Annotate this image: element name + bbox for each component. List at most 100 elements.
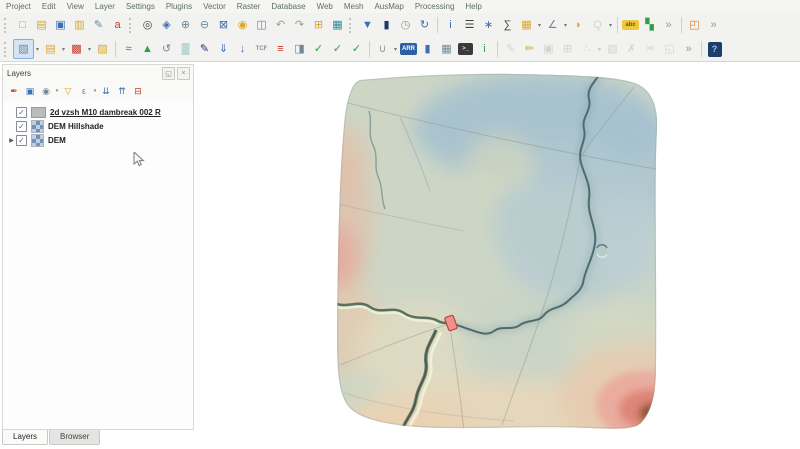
layer-checkbox[interactable]: ✓ <box>16 121 27 132</box>
pan-to-selection-icon[interactable]: ◈ <box>157 16 176 34</box>
check-model-icon[interactable]: ✓ <box>309 40 328 58</box>
measure-caret-icon[interactable]: ▾ <box>562 16 569 34</box>
import-tray-icon[interactable]: ⇓ <box>214 40 233 58</box>
layer-label-dambreak[interactable]: 2d vzsh M10 dambreak 002 R <box>50 108 161 117</box>
filter-expression-icon[interactable]: ε <box>76 84 92 99</box>
new-project-icon[interactable]: □ <box>13 16 32 34</box>
style-manager-icon[interactable]: a <box>108 16 127 34</box>
menu-ausmap[interactable]: AusMap <box>374 2 403 11</box>
expand-all-icon[interactable]: ⇊ <box>98 84 114 99</box>
attachments-caret-icon[interactable]: ▾ <box>392 40 399 58</box>
deselect-caret-icon[interactable]: ▾ <box>86 40 93 58</box>
select-by-form-icon[interactable]: ▤ <box>41 40 60 58</box>
digitize-shape-icon[interactable]: ✎ <box>195 40 214 58</box>
add-group-icon[interactable]: ▣ <box>22 84 38 99</box>
menu-raster[interactable]: Raster <box>237 2 261 11</box>
menu-vector[interactable]: Vector <box>203 2 226 11</box>
collapse-all-icon[interactable]: ⇈ <box>114 84 130 99</box>
import-file-icon[interactable]: ↓ <box>233 40 252 58</box>
python-console-icon[interactable]: ≈ <box>119 40 138 58</box>
panel-float-icon[interactable]: ◱ <box>162 67 175 80</box>
select-rectangle-icon[interactable]: ▧ <box>13 39 34 59</box>
processing-toolbox-icon[interactable]: ∗ <box>479 16 498 34</box>
layer-row-dem-hillshade[interactable]: ✓ DEM Hillshade <box>3 119 193 133</box>
layer-row-dem[interactable]: ▶ ✓ DEM <box>3 133 193 147</box>
menu-mesh[interactable]: Mesh <box>344 2 364 11</box>
identify-features-icon[interactable]: i <box>441 16 460 34</box>
zoom-last-icon[interactable]: ↶ <box>271 16 290 34</box>
menu-settings[interactable]: Settings <box>126 2 155 11</box>
bookmarks-show-icon[interactable]: ▮ <box>377 16 396 34</box>
menu-help[interactable]: Help <box>465 2 481 11</box>
zoom-out-icon[interactable]: ⊖ <box>195 16 214 34</box>
new-from-template-icon[interactable]: ▥ <box>70 16 89 34</box>
search-icon[interactable]: Q <box>588 16 607 34</box>
select-by-value-icon[interactable]: ▨ <box>93 40 112 58</box>
attribute-table-icon[interactable]: ▦ <box>517 16 536 34</box>
help-icon[interactable]: ? <box>705 40 724 58</box>
toolbar-grip[interactable] <box>349 18 355 33</box>
open-project-icon[interactable]: ▤ <box>32 16 51 34</box>
expander-icon[interactable]: ▶ <box>7 137 16 144</box>
toolbar-overflow-icon[interactable]: » <box>679 40 698 58</box>
mesh-layer-icon[interactable]: ▒ <box>176 40 195 58</box>
arr-icon[interactable]: ARR <box>399 40 418 58</box>
menu-project[interactable]: Project <box>6 2 31 11</box>
ausmap-icon[interactable]: ▚ <box>640 16 659 34</box>
add-layers-icon[interactable]: ◰ <box>685 16 704 34</box>
new-map-view-icon[interactable]: ⊞ <box>309 16 328 34</box>
tcf-icon[interactable]: TCF <box>252 40 271 58</box>
select-by-form-caret-icon[interactable]: ▾ <box>60 40 67 58</box>
toggle-editing-icon[interactable]: ✏ <box>520 40 539 58</box>
menu-layer[interactable]: Layer <box>95 2 115 11</box>
toolbar-overflow-icon[interactable]: » <box>659 16 678 34</box>
menu-plugins[interactable]: Plugins <box>166 2 192 11</box>
layer-checkbox[interactable]: ✓ <box>16 135 27 146</box>
measure-icon[interactable]: ∠ <box>543 16 562 34</box>
zoom-full-icon[interactable]: ⊠ <box>214 16 233 34</box>
labels-icon[interactable]: abc <box>621 16 640 34</box>
map-tips-icon[interactable]: ◗ <box>569 16 588 34</box>
statistical-summary-icon[interactable]: ☰ <box>460 16 479 34</box>
toolbar-grip[interactable] <box>4 42 10 57</box>
attribute-table-caret-icon[interactable]: ▾ <box>536 16 543 34</box>
check-schedule-icon[interactable]: ✓ <box>328 40 347 58</box>
panel-close-icon[interactable]: × <box>177 67 190 80</box>
export-map-icon[interactable]: ◨ <box>290 40 309 58</box>
console-icon[interactable]: >_ <box>456 40 475 58</box>
layer-label-dem[interactable]: DEM <box>48 136 66 145</box>
grass-tools-icon[interactable]: ↺ <box>157 40 176 58</box>
tab-layers[interactable]: Layers <box>2 430 48 445</box>
layer-checkbox[interactable]: ✓ <box>16 107 27 118</box>
zoom-in-icon[interactable]: ⊕ <box>176 16 195 34</box>
menu-web[interactable]: Web <box>317 2 333 11</box>
zoom-next-icon[interactable]: ↷ <box>290 16 309 34</box>
layer-row-dambreak[interactable]: ✓ 2d vzsh M10 dambreak 002 R <box>3 105 193 119</box>
check-single-icon[interactable]: ✓ <box>347 40 366 58</box>
layer-label-dem-hillshade[interactable]: DEM Hillshade <box>48 122 104 131</box>
project-properties-icon[interactable]: ✎ <box>89 16 108 34</box>
zoom-to-selection-icon[interactable]: ◉ <box>233 16 252 34</box>
toolbar-grip[interactable] <box>129 18 135 33</box>
info-pointer-icon[interactable]: i <box>475 40 494 58</box>
menu-database[interactable]: Database <box>271 2 305 11</box>
toolbar-grip[interactable] <box>4 18 10 33</box>
temporal-controller-icon[interactable]: ◷ <box>396 16 415 34</box>
bookmark-add-icon[interactable]: ▼ <box>358 16 377 34</box>
arr-book-icon[interactable]: ▮ <box>418 40 437 58</box>
new-3d-view-icon[interactable]: ▦ <box>328 16 347 34</box>
grid-tools-icon[interactable]: ▦ <box>437 40 456 58</box>
search-caret-icon[interactable]: ▾ <box>607 16 614 34</box>
save-project-icon[interactable]: ▣ <box>51 16 70 34</box>
tab-browser[interactable]: Browser <box>49 430 100 445</box>
remove-layer-icon[interactable]: ⊟ <box>130 84 146 99</box>
menu-view[interactable]: View <box>67 2 84 11</box>
sum-features-icon[interactable]: ∑ <box>498 16 517 34</box>
pan-map-icon[interactable]: ◎ <box>138 16 157 34</box>
terrain-tools-icon[interactable]: ▲ <box>138 40 157 58</box>
attachments-icon[interactable]: ∪ <box>373 40 392 58</box>
refresh-icon[interactable]: ↻ <box>415 16 434 34</box>
menu-processing[interactable]: Processing <box>415 2 455 11</box>
tuflow-layers-icon[interactable]: ≡ <box>271 40 290 58</box>
map-themes-icon[interactable]: ◉ <box>38 84 54 99</box>
